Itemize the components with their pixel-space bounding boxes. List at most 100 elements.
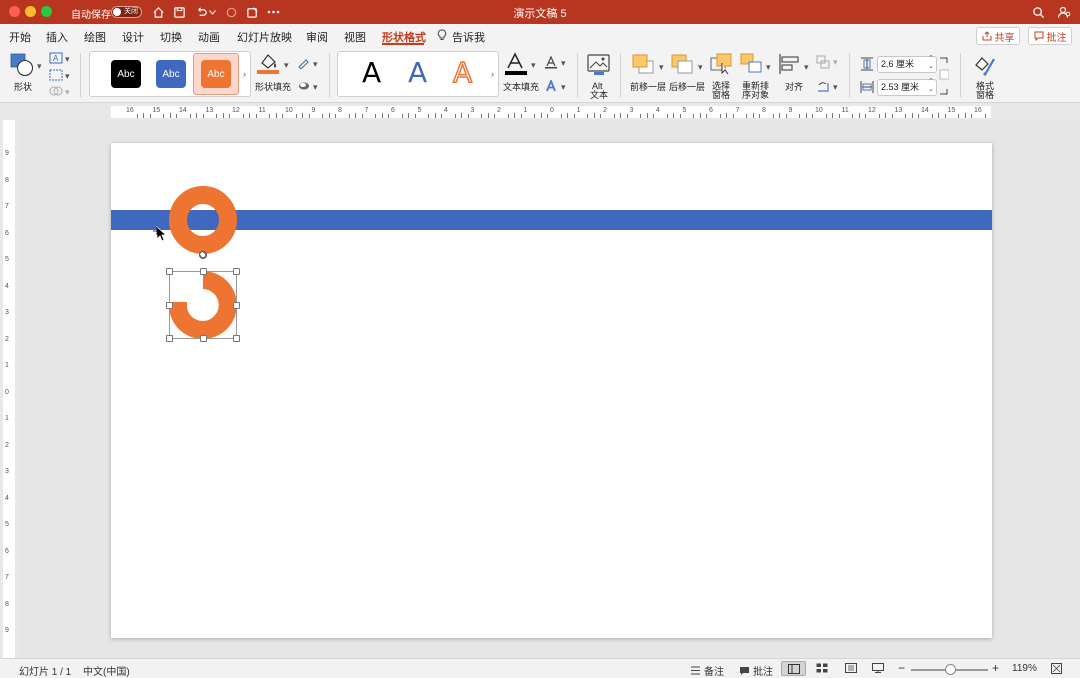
gallery-next-icon[interactable]: › bbox=[491, 69, 494, 79]
comments-button[interactable]: 批注 bbox=[1028, 27, 1072, 45]
slide-sorter-icon[interactable] bbox=[816, 663, 828, 676]
autosave-toggle[interactable]: 关闭 bbox=[111, 6, 142, 18]
wordart-blue[interactable]: A bbox=[408, 56, 427, 89]
language-indicator[interactable]: 中文(中国) bbox=[83, 663, 130, 678]
tab-design[interactable]: 设计 bbox=[122, 29, 144, 45]
chevron-down-icon[interactable]: ▾ bbox=[65, 54, 70, 65]
ruler-number: 12 bbox=[232, 107, 240, 114]
zoom-level[interactable]: 119% bbox=[1012, 663, 1037, 674]
chevron-down-icon[interactable]: ▾ bbox=[37, 61, 42, 72]
slide[interactable] bbox=[111, 143, 992, 638]
text-effects-icon[interactable] bbox=[544, 78, 558, 96]
resize-handle-sw[interactable] bbox=[166, 335, 173, 342]
ruler-tick bbox=[255, 114, 257, 118]
gallery-next-icon[interactable]: › bbox=[243, 69, 246, 79]
normal-view-button[interactable] bbox=[781, 661, 806, 676]
paint-bucket-icon[interactable] bbox=[256, 51, 282, 78]
tab-view[interactable]: 视图 bbox=[344, 29, 366, 45]
chevron-down-icon[interactable]: ▾ bbox=[561, 82, 566, 93]
resize-handle-ne[interactable] bbox=[233, 268, 240, 275]
resize-handle-e[interactable] bbox=[233, 302, 240, 309]
search-icon[interactable] bbox=[1029, 3, 1047, 21]
fit-to-window-icon[interactable] bbox=[1051, 663, 1062, 677]
resize-handle-nw[interactable] bbox=[166, 268, 173, 275]
rotate-icon[interactable] bbox=[816, 80, 830, 96]
resize-handle-s[interactable] bbox=[200, 335, 207, 342]
zoom-in-icon[interactable]: + bbox=[992, 661, 999, 675]
donut-shape[interactable] bbox=[169, 186, 237, 254]
redo-icon[interactable] bbox=[222, 3, 240, 21]
undo-dropdown-icon[interactable] bbox=[207, 3, 217, 21]
reorder-objects-icon[interactable] bbox=[740, 53, 764, 78]
chevron-down-icon[interactable]: ▾ bbox=[659, 62, 664, 73]
chevron-down-icon[interactable]: ▾ bbox=[65, 71, 70, 82]
customize-icon[interactable] bbox=[243, 3, 261, 21]
resize-handle-se[interactable] bbox=[233, 335, 240, 342]
align-icon[interactable] bbox=[778, 53, 802, 78]
text-box-icon[interactable] bbox=[49, 69, 63, 84]
chevron-down-icon[interactable]: ▾ bbox=[284, 60, 289, 71]
style-swatch-orange[interactable]: Abc bbox=[201, 60, 231, 88]
send-backward-icon[interactable] bbox=[670, 53, 696, 78]
edit-shape-icon[interactable]: A bbox=[49, 52, 63, 67]
wordart-orange-outline[interactable]: A bbox=[452, 55, 473, 90]
tab-review[interactable]: 审阅 bbox=[306, 29, 328, 45]
chevron-down-icon[interactable]: ▾ bbox=[698, 62, 703, 73]
chevron-down-icon[interactable]: ▾ bbox=[531, 60, 536, 71]
tab-home[interactable]: 开始 bbox=[9, 29, 31, 45]
text-fill-icon[interactable] bbox=[504, 52, 530, 79]
ruler-number: 8 bbox=[762, 107, 766, 114]
reading-view-icon[interactable] bbox=[845, 663, 857, 676]
chevron-down-icon[interactable]: ▾ bbox=[561, 58, 566, 69]
minimize-window-button[interactable] bbox=[25, 6, 36, 17]
text-outline-icon[interactable] bbox=[544, 55, 558, 72]
zoom-out-icon[interactable]: − bbox=[898, 661, 905, 675]
chevron-down-icon[interactable]: ▾ bbox=[804, 62, 809, 73]
maximize-window-button[interactable] bbox=[41, 6, 52, 17]
shape-effects-icon[interactable] bbox=[297, 80, 311, 95]
ruler-number: 16 bbox=[126, 107, 134, 114]
wordart-black[interactable]: A bbox=[362, 56, 381, 89]
bring-forward-icon[interactable] bbox=[631, 53, 657, 78]
close-window-button[interactable] bbox=[9, 6, 20, 17]
shapes-icon[interactable] bbox=[10, 53, 36, 80]
save-icon[interactable] bbox=[170, 3, 188, 21]
blue-band-shape[interactable] bbox=[111, 210, 992, 230]
home-icon[interactable] bbox=[149, 3, 167, 21]
more-icon[interactable] bbox=[264, 3, 282, 21]
comments-status-button[interactable]: 批注 bbox=[739, 663, 773, 678]
width-stepper[interactable]: ⌃ ⌄ bbox=[928, 77, 934, 93]
ruler-tick bbox=[434, 113, 436, 118]
tab-insert[interactable]: 插入 bbox=[46, 29, 68, 45]
format-pane-icon[interactable] bbox=[972, 53, 998, 80]
account-icon[interactable] bbox=[1055, 3, 1073, 21]
chevron-down-icon[interactable]: ▾ bbox=[313, 59, 318, 70]
chevron-down-icon[interactable]: ▾ bbox=[313, 82, 318, 93]
style-swatch-black[interactable]: Abc bbox=[111, 60, 141, 88]
rotate-handle-icon[interactable] bbox=[198, 250, 208, 260]
tab-transitions[interactable]: 切换 bbox=[160, 29, 182, 45]
tab-tell-me[interactable]: 告诉我 bbox=[452, 29, 485, 45]
chevron-down-icon[interactable]: ▾ bbox=[766, 62, 771, 73]
selection-pane-label-2: 窗格 bbox=[712, 90, 731, 100]
resize-handle-n[interactable] bbox=[200, 268, 207, 275]
share-button[interactable]: 共享 bbox=[976, 27, 1020, 45]
notes-button[interactable]: 备注 bbox=[690, 663, 724, 678]
alt-text-icon[interactable] bbox=[587, 54, 611, 79]
resize-handle-w[interactable] bbox=[166, 302, 173, 309]
tab-slideshow[interactable]: 幻灯片放映 bbox=[237, 29, 292, 45]
lock-aspect-icon[interactable] bbox=[939, 57, 950, 98]
tab-animations[interactable]: 动画 bbox=[198, 29, 220, 45]
chevron-down-icon: ▾ bbox=[833, 57, 838, 67]
zoom-slider-knob[interactable] bbox=[945, 664, 956, 675]
slideshow-icon[interactable] bbox=[872, 663, 884, 676]
height-stepper[interactable]: ⌃ ⌄ bbox=[928, 54, 934, 70]
selection-pane-icon[interactable] bbox=[709, 53, 733, 78]
chevron-down-icon[interactable]: ▾ bbox=[833, 82, 838, 93]
tab-draw[interactable]: 绘图 bbox=[84, 29, 106, 45]
style-swatch-blue[interactable]: Abc bbox=[156, 60, 186, 88]
shape-outline-icon[interactable] bbox=[297, 57, 311, 72]
merge-shapes-icon[interactable] bbox=[49, 85, 63, 100]
text-fill-label: 文本填充 bbox=[503, 82, 540, 92]
ruler-tick bbox=[805, 113, 807, 118]
